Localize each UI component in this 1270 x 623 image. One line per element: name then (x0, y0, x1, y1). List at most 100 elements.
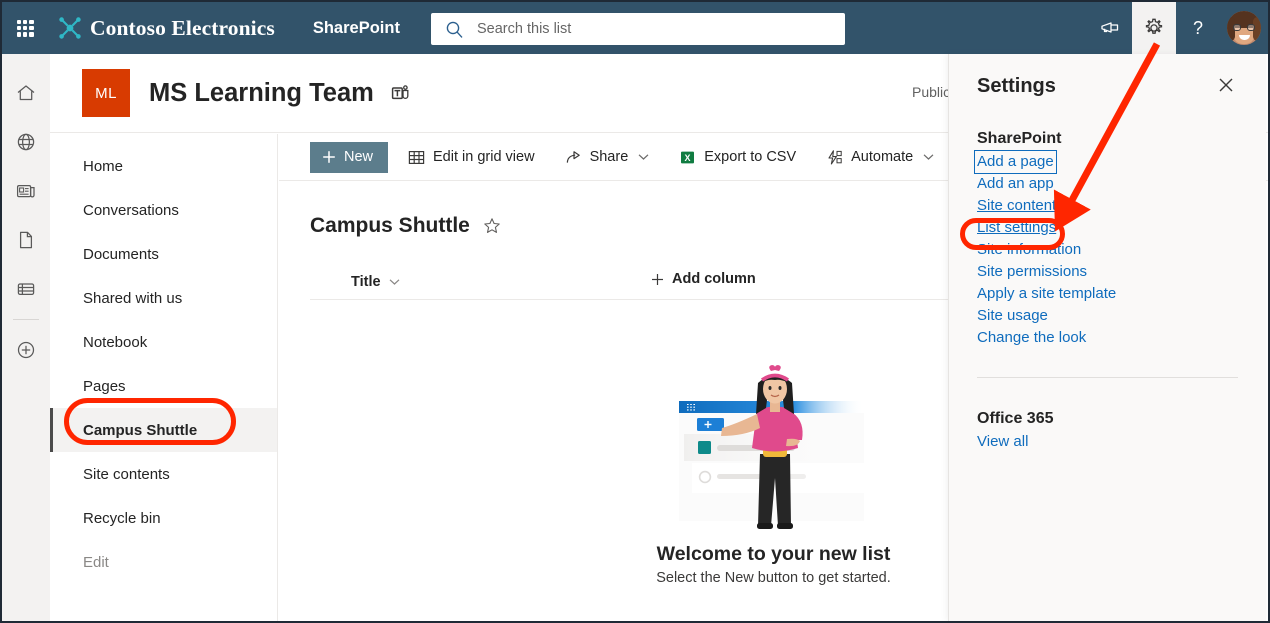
new-button[interactable]: New (310, 141, 389, 173)
panel-section-heading-sharepoint: SharePoint (977, 130, 1062, 147)
panel-link-site-permissions[interactable]: Site permissions (977, 261, 1087, 283)
share-button[interactable]: Share (555, 137, 660, 177)
megaphone-glyph (1101, 22, 1119, 33)
sidebar-item-label: Shared with us (83, 289, 183, 307)
search-icon (446, 21, 463, 38)
list-icon[interactable] (2, 264, 50, 313)
sidebar-item-label: Notebook (83, 333, 148, 351)
panel-link-view-all[interactable]: View all (977, 431, 1028, 453)
column-header-title[interactable]: Title (351, 274, 400, 290)
news-icon[interactable] (2, 166, 50, 215)
sidebar-item-recycle-bin[interactable]: Recycle bin (50, 496, 277, 540)
document-glyph (19, 231, 33, 248)
sidebar-item-label: Campus Shuttle (83, 421, 198, 439)
panel-section-heading-office-365: Office 365 (977, 410, 1054, 427)
panel-divider (977, 377, 1238, 378)
chevron-glyph (638, 154, 649, 160)
sidebar-item-label: Pages (83, 377, 126, 395)
automate-icon (828, 149, 842, 165)
sidebar-item-campus-shuttle[interactable]: Campus Shuttle (50, 408, 277, 452)
sidebar-item-documents[interactable]: Documents (50, 232, 277, 276)
star-icon[interactable] (483, 217, 501, 235)
star-glyph (484, 218, 500, 233)
sidebar-item-conversations[interactable]: Conversations (50, 188, 277, 232)
panel-link-site-usage[interactable]: Site usage (977, 305, 1048, 327)
sidebar-item-label: Home (83, 157, 124, 175)
sidebar-item-shared-with-us[interactable]: Shared with us (50, 276, 277, 320)
sidebar-item-label: Edit (83, 553, 109, 571)
svg-text:?: ? (1193, 18, 1203, 38)
globe-glyph (17, 133, 35, 150)
news-glyph (16, 184, 35, 197)
sidebar-item-home[interactable]: Home (50, 144, 277, 188)
column-header-title-label: Title (351, 273, 381, 290)
site-title-text: MS Learning Team (149, 78, 374, 107)
export-to-csv-label: Export to CSV (704, 149, 797, 165)
svg-text:X: X (685, 153, 691, 163)
settings-panel-header: Settings (977, 54, 1238, 98)
sidebar-item-pages[interactable]: Pages (50, 364, 277, 408)
app-rail (2, 54, 50, 621)
sidebar-item-label: Documents (83, 245, 159, 263)
home-glyph (17, 84, 35, 100)
sidebar-item-label: Conversations (83, 201, 179, 219)
brand-logo-link[interactable]: Contoso Electronics (57, 15, 275, 41)
teams-icon (391, 84, 410, 103)
excel-icon: X (681, 151, 695, 163)
page-title[interactable]: MS Learning Team (149, 79, 410, 108)
suite-header-actions: ? (1088, 2, 1268, 54)
panel-link-site-information[interactable]: Site information (977, 239, 1081, 261)
sidebar-item-edit[interactable]: Edit (50, 540, 277, 584)
panel-link-change-the-look[interactable]: Change the look (977, 327, 1086, 349)
gear-glyph (1145, 18, 1163, 34)
share-icon (566, 150, 580, 163)
app-window: Contoso Electronics SharePoint Search th… (0, 0, 1270, 623)
sidebar-item-notebook[interactable]: Notebook (50, 320, 277, 364)
waffle-icon[interactable] (2, 2, 48, 54)
search-input[interactable] (477, 21, 817, 37)
close-glyph (1219, 78, 1233, 92)
list-glyph (17, 282, 35, 295)
suite-app-name[interactable]: SharePoint (313, 19, 400, 38)
panel-link-site-contents[interactable]: Site contents (977, 195, 1064, 217)
plus-icon (652, 273, 663, 285)
gear-icon[interactable] (1132, 2, 1176, 54)
globe-icon[interactable] (2, 117, 50, 166)
close-icon[interactable] (1214, 75, 1238, 95)
home-icon[interactable] (2, 68, 50, 117)
document-icon[interactable] (2, 215, 50, 264)
empty-illustration-glyph (678, 365, 864, 529)
empty-state-subtext: Select the New button to get started. (656, 570, 891, 586)
megaphone-icon[interactable] (1088, 2, 1132, 54)
chevron-down-icon (923, 153, 934, 161)
panel-link-add-a-page[interactable]: Add a page (974, 150, 1057, 174)
chevron-glyph (923, 154, 934, 160)
avatar[interactable] (1220, 2, 1268, 54)
add-column-button[interactable]: Add column (651, 271, 756, 287)
edit-in-grid-view-button[interactable]: Edit in grid view (398, 137, 545, 177)
add-column-label: Add column (672, 271, 756, 287)
edit-in-grid-view-label: Edit in grid view (433, 149, 535, 165)
help-glyph: ? (1193, 18, 1203, 38)
panel-link-list-settings[interactable]: List settings (977, 217, 1056, 239)
automate-label: Automate (851, 149, 914, 165)
settings-panel: Settings SharePoint Add a page Add an app S… (948, 54, 1266, 621)
teams-glyph (391, 84, 409, 99)
automate-button[interactable]: Automate (816, 137, 944, 177)
help-icon[interactable]: ? (1176, 2, 1220, 54)
brand-name: Contoso Electronics (90, 15, 275, 40)
plus-circle-icon[interactable] (2, 325, 50, 374)
site-logo[interactable]: ML (82, 69, 130, 117)
panel-link-add-an-app[interactable]: Add an app (977, 173, 1054, 195)
new-button-label: New (344, 149, 374, 165)
panel-link-apply-a-site-template[interactable]: Apply a site template (977, 283, 1116, 305)
contoso-logo-icon (59, 17, 81, 39)
sidebar-item-site-contents[interactable]: Site contents (50, 452, 277, 496)
sidebar-item-label: Site contents (83, 465, 170, 483)
search-box[interactable] (431, 13, 845, 45)
list-title: Campus Shuttle (310, 214, 470, 237)
site-privacy-label: Public (912, 84, 951, 100)
export-to-csv-button[interactable]: X Export to CSV (669, 137, 806, 177)
sidebar-item-label: Recycle bin (83, 509, 161, 527)
chevron-down-icon (638, 153, 649, 161)
